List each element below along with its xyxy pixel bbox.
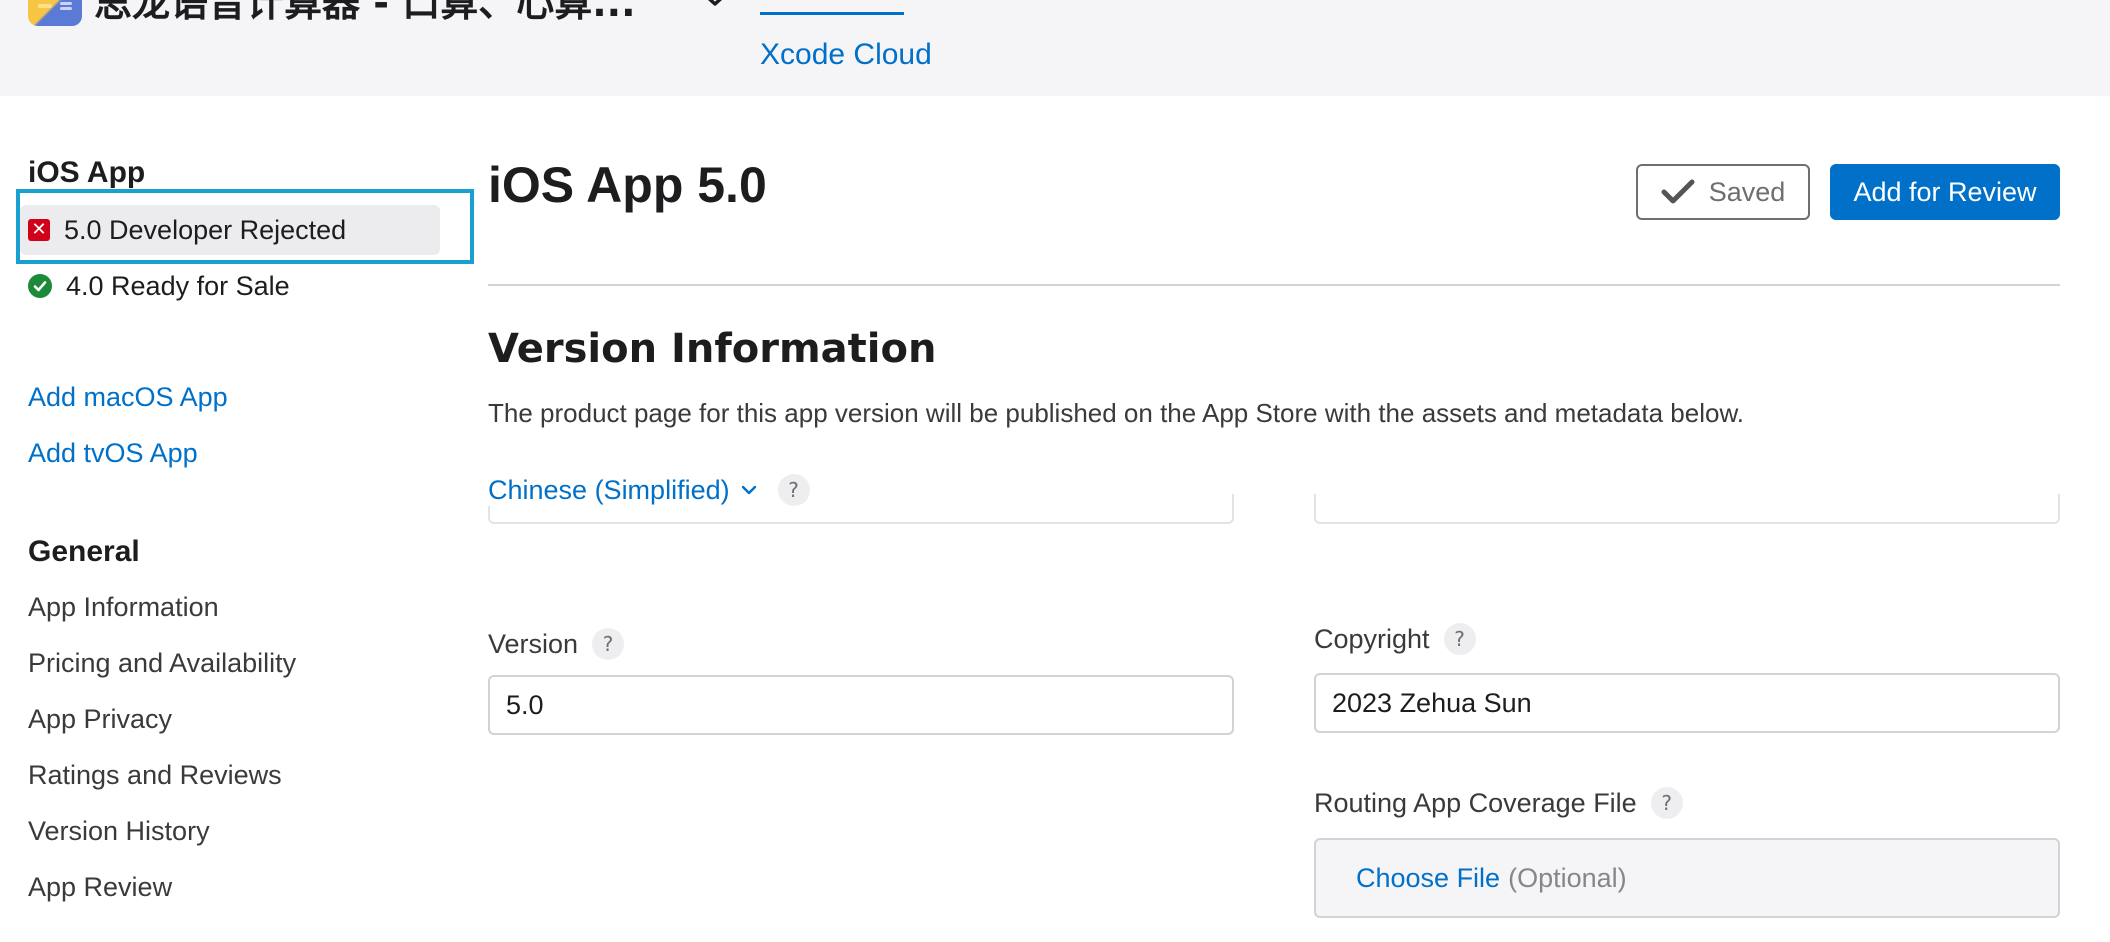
sidebar-item-app-privacy[interactable]: App Privacy [28,704,172,735]
choose-file-link[interactable]: Choose File [1356,863,1500,894]
help-icon[interactable]: ? [1443,623,1476,655]
add-for-review-button[interactable]: Add for Review [1830,164,2060,220]
sidebar-item-pricing-availability[interactable]: Pricing and Availability [28,648,296,679]
routing-file-dropzone[interactable]: Choose File (Optional) [1314,838,2060,918]
media-preview-frame [1314,494,2060,524]
sidebar-item-label: 4.0 Ready for Sale [66,270,290,301]
copyright-input[interactable] [1314,673,2060,733]
sidebar-heading-ios-app: iOS App [28,156,146,189]
sidebar-item-version-5-0[interactable]: ✕ 5.0 Developer Rejected [20,205,440,255]
help-icon[interactable]: ? [777,474,810,506]
add-macos-app-link[interactable]: Add macOS App [28,382,228,413]
help-icon[interactable]: ? [1650,787,1683,819]
optional-hint: (Optional) [1508,862,1627,893]
add-tvos-app-link[interactable]: Add tvOS App [28,438,198,469]
chevron-down-icon[interactable] [700,0,730,12]
tab-xcode-cloud[interactable]: Xcode Cloud [760,38,932,72]
ready-status-icon [28,274,52,298]
version-label-text: Version [488,628,579,659]
version-field-label: Version ? [488,628,625,660]
saved-button[interactable]: Saved [1636,164,1810,220]
page-title: iOS App 5.0 [488,157,767,213]
sidebar-item-label: 5.0 Developer Rejected [64,214,347,245]
checkmark-icon [1661,179,1695,204]
section-description: The product page for this app version wi… [488,398,1745,428]
routing-label-text: Routing App Coverage File [1314,787,1637,818]
copyright-field-label: Copyright ? [1314,623,1476,655]
language-select[interactable]: Chinese (Simplified) ? [488,474,816,506]
copyright-label-text: Copyright [1314,623,1430,654]
routing-file-field-label: Routing App Coverage File ? [1314,787,1683,819]
active-tab-indicator [760,12,904,15]
sidebar-item-app-information[interactable]: App Information [28,592,219,623]
app-title[interactable]: 思龙语音计算器 - 口算、心算... [94,0,636,28]
sidebar-heading-general: General [28,535,140,568]
saved-button-label: Saved [1708,176,1786,207]
language-select-label: Chinese (Simplified) [488,474,730,505]
sidebar-item-version-4-0[interactable]: 4.0 Ready for Sale [28,261,290,311]
sidebar-item-app-review[interactable]: App Review [28,872,172,903]
chevron-down-icon [741,485,756,495]
section-title: Version Information [488,326,937,372]
sidebar-item-ratings-reviews[interactable]: Ratings and Reviews [28,760,282,791]
divider [488,284,2060,286]
sidebar-item-version-history[interactable]: Version History [28,816,210,847]
top-bar: 思龙语音计算器 - 口算、心算... Xcode Cloud [0,0,2110,96]
app-icon [28,0,82,26]
rejected-status-icon: ✕ [28,219,50,241]
help-icon[interactable]: ? [592,628,625,660]
version-input[interactable] [488,675,1234,735]
